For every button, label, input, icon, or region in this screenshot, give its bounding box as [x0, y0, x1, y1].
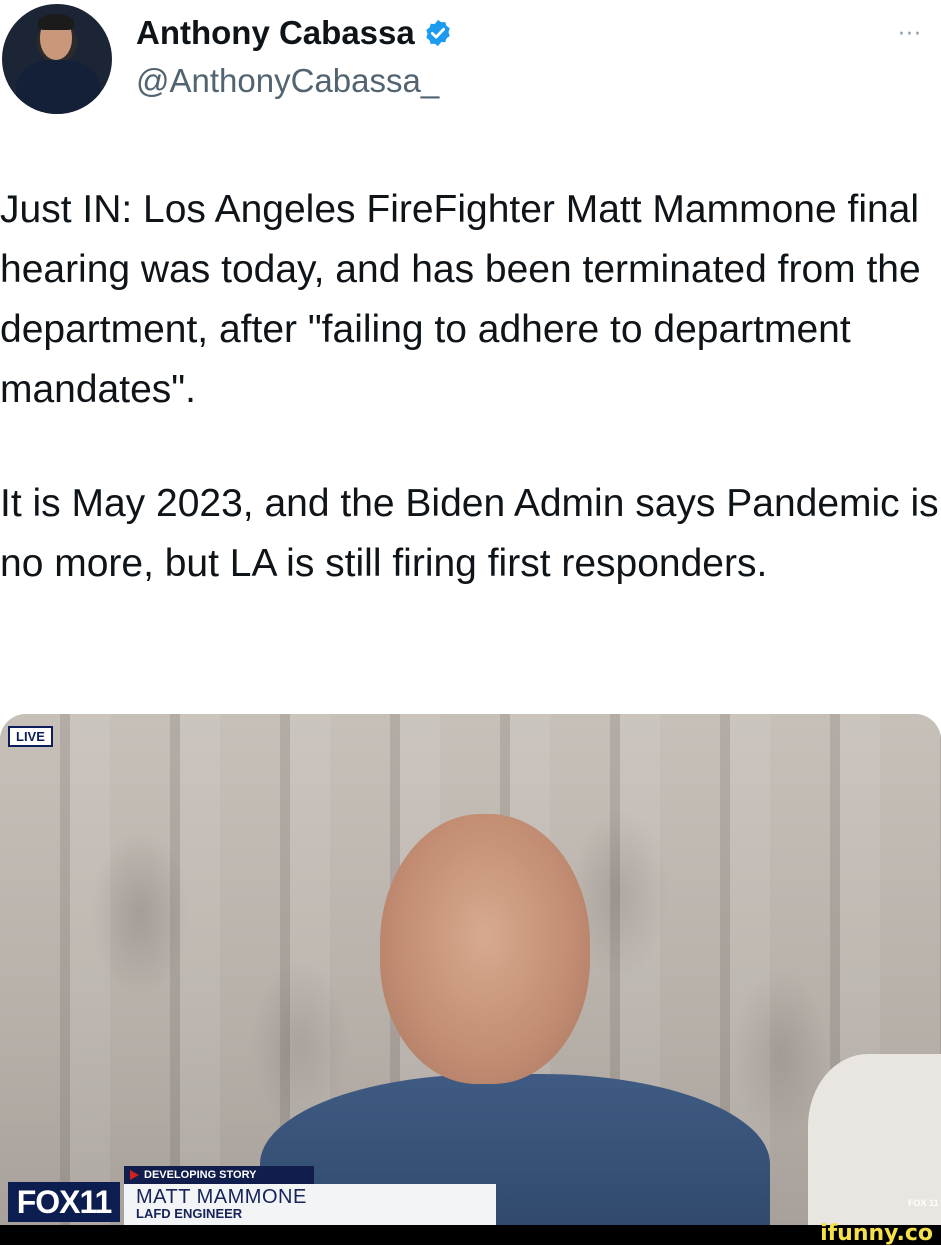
user-handle[interactable]: @AnthonyCabassa_ — [136, 62, 439, 100]
live-badge: LIVE — [8, 726, 53, 747]
avatar[interactable] — [2, 4, 112, 114]
lower-third: MATT MAMMONE LAFD ENGINEER — [124, 1184, 496, 1225]
network-bug: FOX 11 — [908, 1198, 939, 1208]
watermark-bar: ifunny.co — [0, 1221, 941, 1246]
lower-third-title: LAFD ENGINEER — [136, 1206, 243, 1221]
tweet-paragraph-2: It is May 2023, and the Biden Admin says… — [0, 482, 939, 585]
verified-badge-icon — [423, 18, 453, 48]
avatar-hair — [38, 14, 74, 30]
display-name[interactable]: Anthony Cabassa — [136, 14, 415, 52]
developing-story-banner: DEVELOPING STORY — [124, 1166, 314, 1184]
more-options-icon[interactable]: ··· — [898, 22, 922, 47]
network-logo: FOX11 — [8, 1182, 120, 1222]
video-thumbnail[interactable]: LIVE DEVELOPING STORY FOX11 MATT MAMMONE… — [0, 714, 941, 1225]
tweet-body: Just IN: Los Angeles FireFighter Matt Ma… — [0, 180, 941, 594]
person-head — [380, 814, 590, 1084]
display-name-row[interactable]: Anthony Cabassa — [136, 14, 453, 52]
avatar-suit — [16, 60, 100, 114]
ifunny-watermark: ifunny.co — [820, 1221, 933, 1246]
tweet-paragraph-1: Just IN: Los Angeles FireFighter Matt Ma… — [0, 188, 921, 411]
